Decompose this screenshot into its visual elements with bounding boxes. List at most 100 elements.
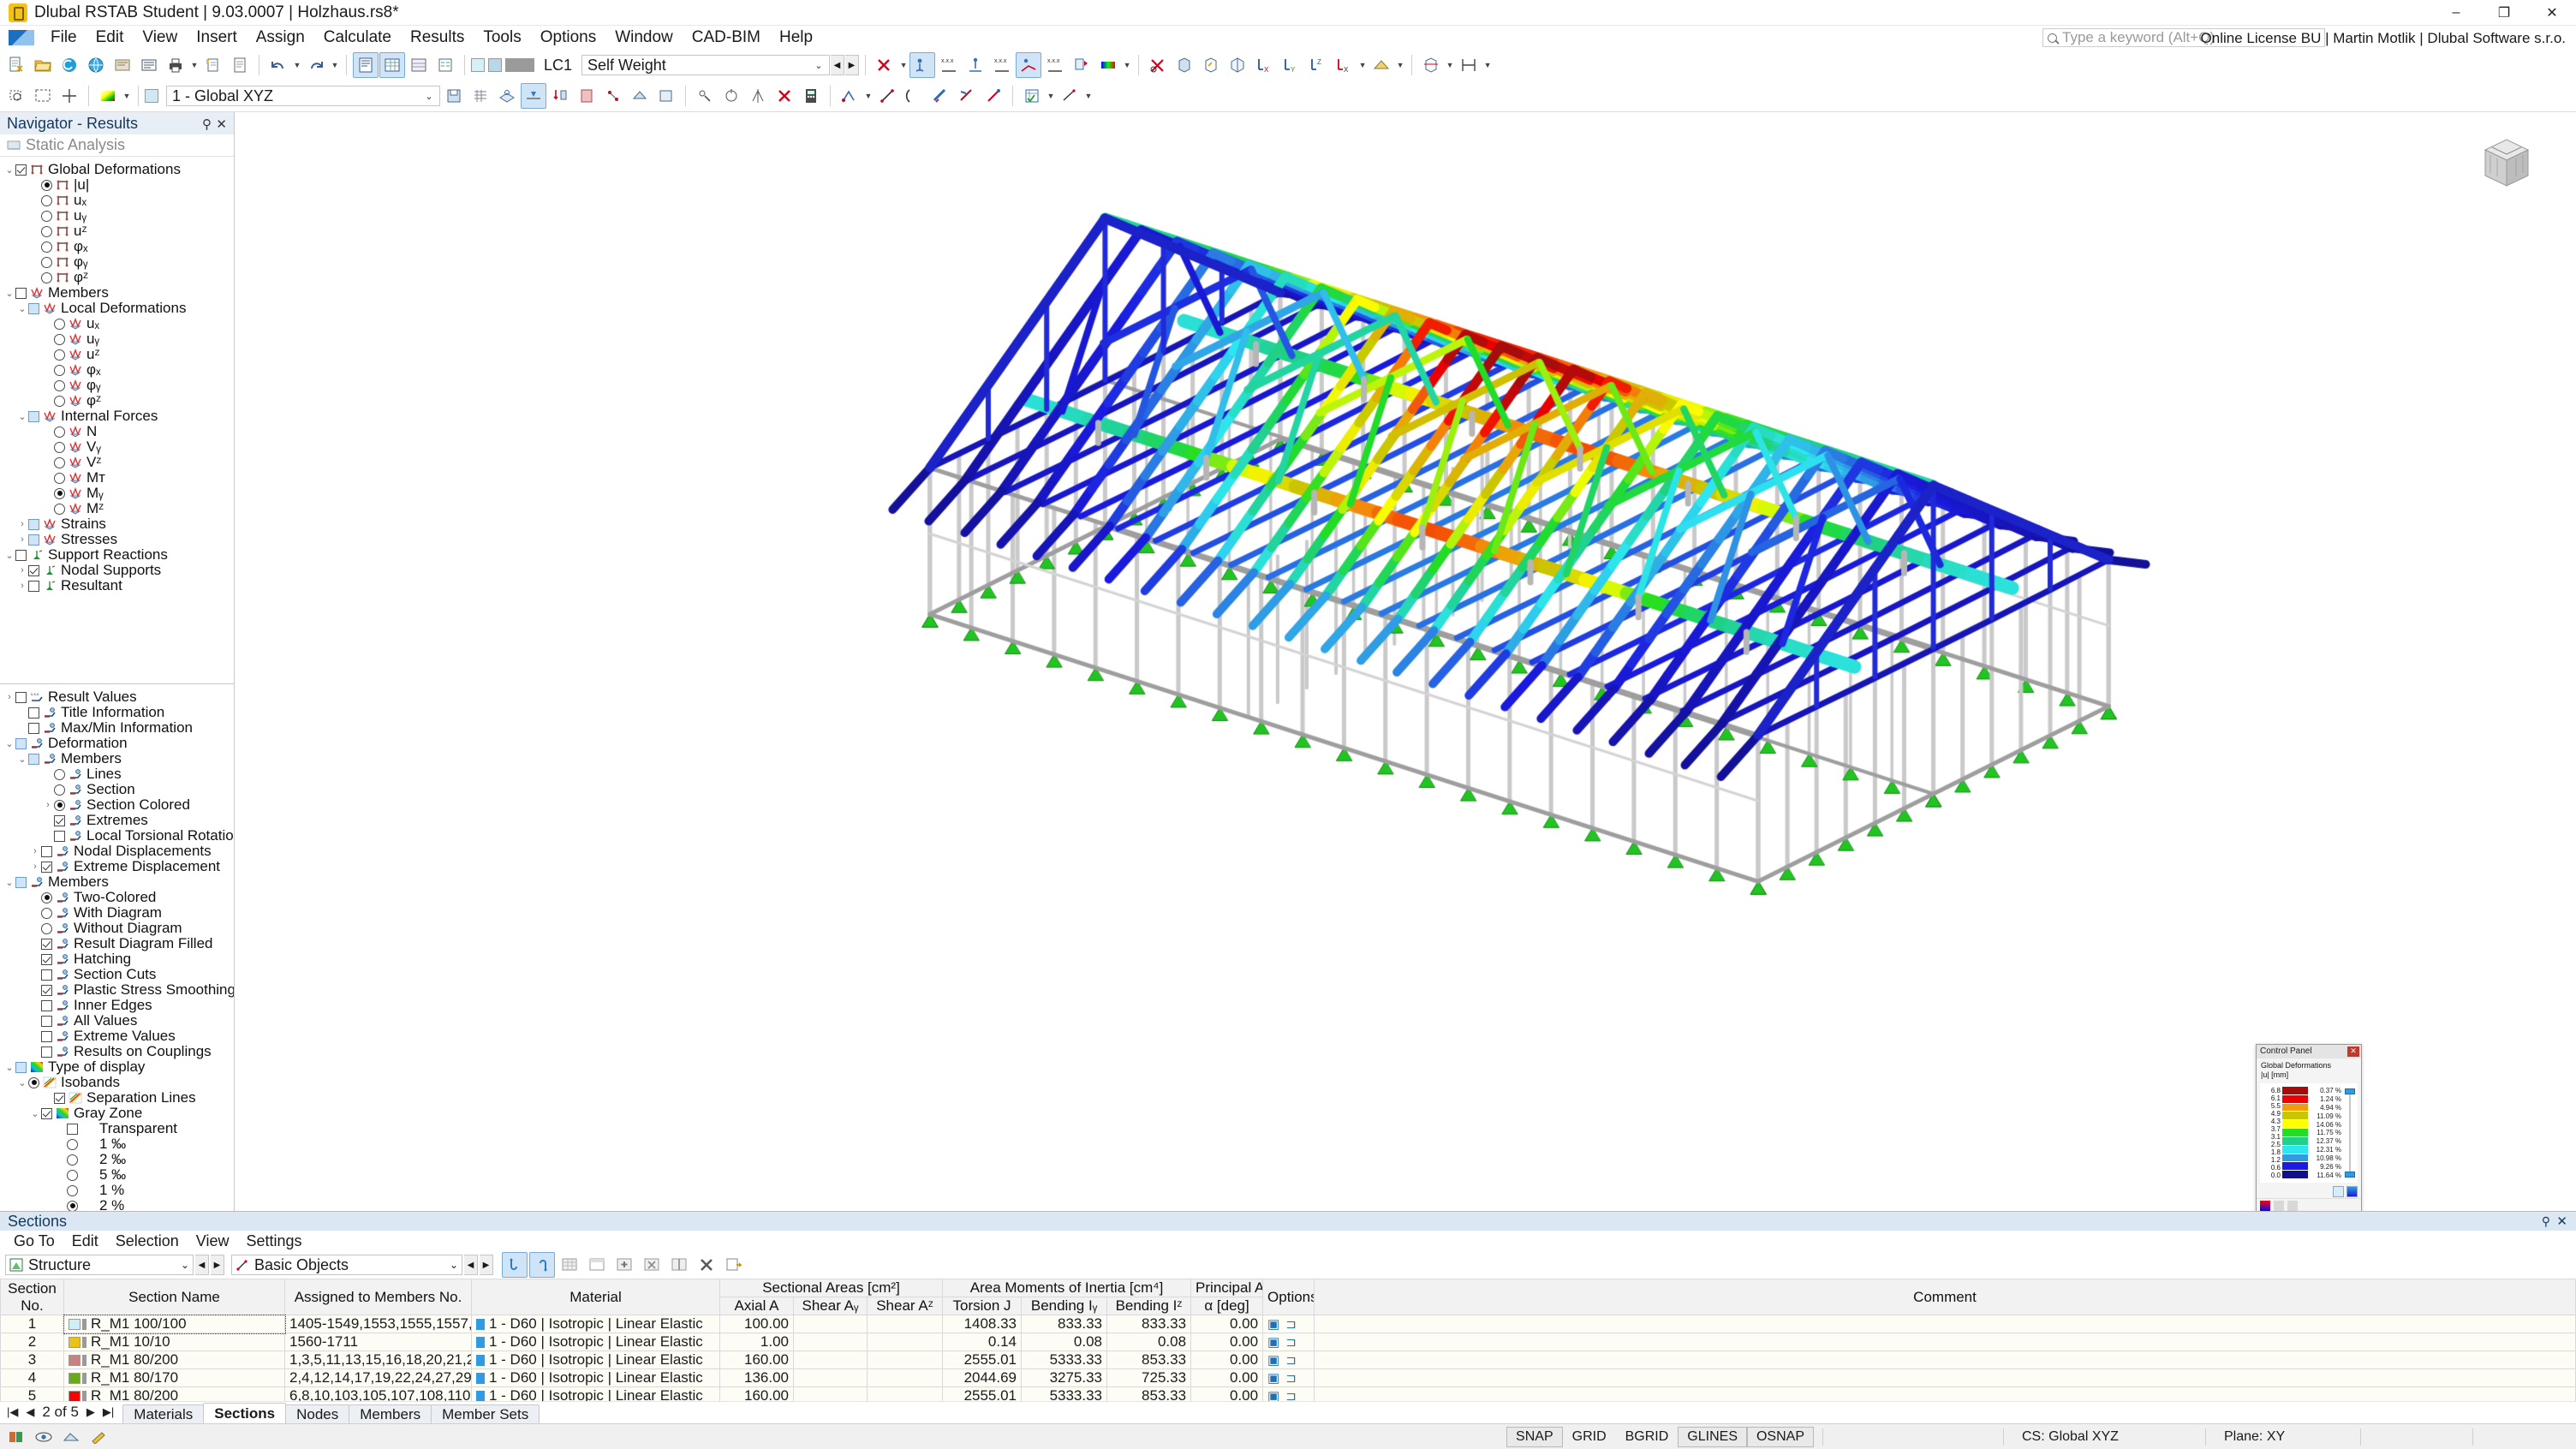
tree-checkbox[interactable] [54, 830, 65, 842]
tree-node[interactable]: 1 % [0, 1182, 234, 1198]
legend-color-band[interactable] [2282, 1120, 2308, 1130]
chevron-down-icon[interactable]: ⌄ [810, 60, 827, 71]
cell-options[interactable]: ▣ ⊐ [1262, 1368, 1315, 1387]
chevron-down-icon[interactable]: ⌄ [16, 302, 28, 314]
tree-radio[interactable] [67, 1169, 78, 1181]
menu-assign[interactable]: Assign [247, 26, 314, 50]
pin-icon[interactable]: ⚲ [202, 116, 212, 132]
tree-node[interactable]: Inner Edges [0, 997, 234, 1013]
chevron-right-icon[interactable]: › [16, 564, 28, 576]
tree-checkbox[interactable] [28, 564, 39, 576]
document-icon[interactable] [227, 52, 253, 78]
tree-node[interactable]: uᶻ [0, 346, 234, 362]
render-mode-dropdown-icon[interactable]: ▼ [122, 83, 132, 109]
legend-color-band[interactable] [2282, 1112, 2308, 1121]
tree-node[interactable]: 1 ‰ [0, 1136, 234, 1152]
tree-node[interactable]: φᶻ [0, 392, 234, 408]
legend-color-band[interactable] [2282, 1154, 2308, 1163]
tree-checkbox[interactable] [28, 518, 39, 530]
tree-node[interactable]: φₓ [0, 361, 234, 378]
tree-node[interactable]: Vᶻ [0, 454, 234, 470]
tree-node[interactable]: Max/Min Information [0, 719, 234, 736]
grid-snap-icon[interactable] [468, 83, 493, 109]
tree-radio[interactable] [54, 395, 65, 407]
3d-viewport[interactable]: Control Panel ✕ Global Deformations |u| … [235, 112, 2576, 1211]
new-detail-icon[interactable] [200, 52, 226, 78]
chevron-down-icon[interactable]: ⌄ [3, 737, 15, 749]
cell-axial-a[interactable]: 100.00 [719, 1315, 794, 1333]
section-profile-icon[interactable]: ⊐ [1285, 1353, 1297, 1368]
cell-options[interactable]: ▣ ⊐ [1262, 1351, 1315, 1369]
chevron-right-icon[interactable]: › [42, 799, 54, 811]
tree-radio[interactable] [41, 907, 52, 919]
legend-slider-knob-top[interactable] [2345, 1088, 2355, 1094]
sections-menu-edit[interactable]: Edit [63, 1231, 107, 1252]
menu-view[interactable]: View [133, 26, 187, 50]
menu-file[interactable]: File [41, 26, 86, 50]
tree-checkbox[interactable] [15, 164, 27, 176]
status-pen-icon[interactable] [87, 1428, 110, 1446]
section-shape-icon[interactable]: ▣ [1267, 1371, 1279, 1386]
tree-checkbox[interactable] [41, 1015, 52, 1027]
show-members-icon[interactable] [574, 83, 599, 109]
panel-tab-factors-icon[interactable] [2260, 1200, 2270, 1211]
tree-checkbox[interactable] [28, 534, 39, 546]
control-panel-close-icon[interactable]: ✕ [2347, 1046, 2359, 1057]
legend-slider[interactable] [2344, 1087, 2356, 1179]
tab-members[interactable]: Members [349, 1404, 432, 1423]
tree-node[interactable]: ⌄ Members [0, 750, 234, 766]
cell-torsion-j[interactable]: 0.14 [942, 1333, 1023, 1351]
chevron-right-icon[interactable]: › [29, 861, 41, 873]
cell-shear-ay[interactable] [793, 1315, 868, 1333]
cell-section-no[interactable]: 2 [0, 1333, 64, 1351]
table-row[interactable]: 5 R_M1 80/200 6,8,10,103,105,107,108,110,1… [0, 1386, 2576, 1401]
cell-shear-ay[interactable] [793, 1386, 868, 1401]
measure-dropdown-icon[interactable]: ▼ [1482, 52, 1493, 78]
cell-options[interactable]: ▣ ⊐ [1262, 1333, 1315, 1351]
sections-grid-wrapper[interactable]: Section No. Section Name Assigned to Mem… [0, 1279, 2576, 1401]
tree-radio[interactable] [54, 503, 65, 515]
tree-node[interactable]: Vᵧ [0, 438, 234, 455]
section-color-swatch[interactable] [69, 1391, 80, 1401]
tree-checkbox[interactable] [41, 969, 52, 981]
chevron-right-icon[interactable]: › [16, 518, 28, 530]
cell-alpha[interactable]: 0.00 [1190, 1315, 1264, 1333]
draw-member-icon[interactable] [927, 83, 953, 109]
tree-node[interactable]: Extreme Values [0, 1028, 234, 1044]
table-sync-table-icon[interactable] [529, 1252, 555, 1278]
undo-dropdown-icon[interactable]: ▼ [292, 52, 302, 78]
draw-node-icon[interactable] [837, 83, 862, 109]
legend-color-band[interactable] [2282, 1145, 2308, 1154]
th-bending-iy[interactable]: Bending Iᵧ [1021, 1297, 1108, 1315]
maximize-button[interactable]: ❐ [2480, 0, 2528, 26]
cell-bending-iy[interactable]: 833.33 [1021, 1315, 1108, 1333]
chevron-down-icon[interactable]: ⌄ [3, 549, 15, 561]
color-swatch-light[interactable] [471, 58, 485, 72]
table-row[interactable]: 4 R_M1 80/170 2,4,12,14,17,19,22,24,27,29,… [0, 1368, 2576, 1387]
section-shape-icon[interactable]: ▣ [1267, 1317, 1279, 1332]
draw-arc-icon[interactable] [901, 83, 927, 109]
new-model-icon[interactable] [3, 52, 29, 78]
sections-table[interactable]: Section No. Section Name Assigned to Mem… [0, 1279, 2576, 1401]
cell-assigned-members[interactable]: 6,8,10,103,105,107,108,110,112,113,115,.… [284, 1386, 472, 1401]
tree-node[interactable]: ⌄ Isobands [0, 1074, 234, 1090]
chevron-down-icon[interactable]: ⌄ [16, 753, 28, 765]
structure-render[interactable] [235, 112, 2576, 1110]
tree-radio[interactable] [54, 441, 65, 453]
render-transparent-icon[interactable] [1225, 52, 1250, 78]
chevron-down-icon[interactable]: ⌄ [16, 410, 28, 422]
show-loads-icon[interactable] [547, 83, 573, 109]
cell-section-name[interactable]: R_M1 80/200 [63, 1386, 285, 1401]
th-assigned-members[interactable]: Assigned to Members No. [284, 1279, 472, 1315]
cell-bending-iz[interactable]: 725.33 [1106, 1368, 1192, 1387]
close-button[interactable]: ✕ [2528, 0, 2576, 26]
tree-node[interactable]: uₓ [0, 315, 234, 331]
cell-alpha[interactable]: 0.00 [1190, 1386, 1264, 1401]
chevron-right-icon[interactable]: › [3, 691, 15, 703]
structure-next-button[interactable]: ▶ [211, 1255, 224, 1275]
clipping-box-icon[interactable] [1418, 52, 1444, 78]
cell-comment[interactable] [1314, 1351, 2576, 1369]
show-surfaces-icon[interactable] [627, 83, 653, 109]
tree-node[interactable]: N [0, 423, 234, 439]
tree-node[interactable]: › Strains [0, 516, 234, 532]
